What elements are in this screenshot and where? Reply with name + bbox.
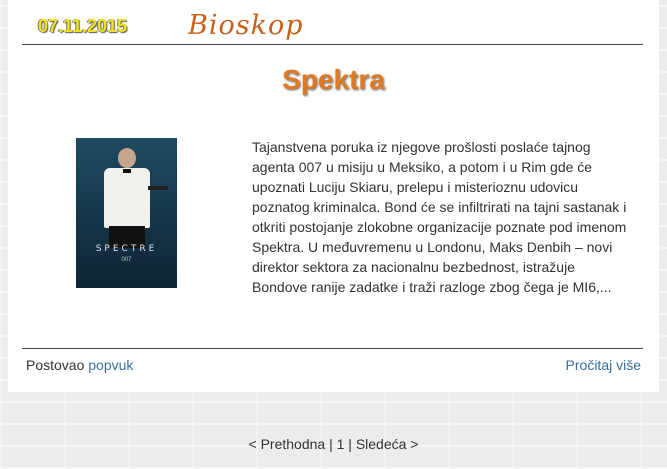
poster-figure-jacket xyxy=(104,168,150,228)
poster-subtitle: 007 xyxy=(121,257,132,263)
poster-figure-gun xyxy=(148,186,168,190)
pager-separator: | xyxy=(329,436,333,452)
poster-title: SPECTRE xyxy=(95,244,158,254)
poster-figure-head xyxy=(118,148,136,168)
post-header: 07.11.2015 Bioskop xyxy=(22,8,643,45)
post-footer: Postovao popvuk Pročitaj više xyxy=(22,348,643,373)
post-category[interactable]: Bioskop xyxy=(188,10,304,41)
posted-by-label: Postovao xyxy=(26,357,85,373)
post-description: Tajanstvena poruka iz njegove prošlosti … xyxy=(252,139,627,295)
post-title[interactable]: Spektra xyxy=(8,64,659,96)
read-more-link[interactable]: Pročitaj više xyxy=(566,357,641,373)
movie-poster-image[interactable]: SPECTRE 007 xyxy=(76,138,177,288)
poster-figure-tie xyxy=(123,169,131,173)
post-card: 07.11.2015 Bioskop Spektra SPECTRE 007 T… xyxy=(8,0,659,392)
current-page-number[interactable]: 1 xyxy=(337,436,345,452)
posted-by: Postovao popvuk xyxy=(26,357,133,373)
author-link[interactable]: popvuk xyxy=(88,357,133,373)
pager-separator: | xyxy=(348,436,352,452)
prev-page-link[interactable]: < Prethodna xyxy=(249,436,326,452)
next-page-link[interactable]: Sledeća > xyxy=(356,436,419,452)
post-date: 07.11.2015 xyxy=(38,16,128,36)
pagination: < Prethodna | 1 | Sledeća > xyxy=(0,436,667,452)
